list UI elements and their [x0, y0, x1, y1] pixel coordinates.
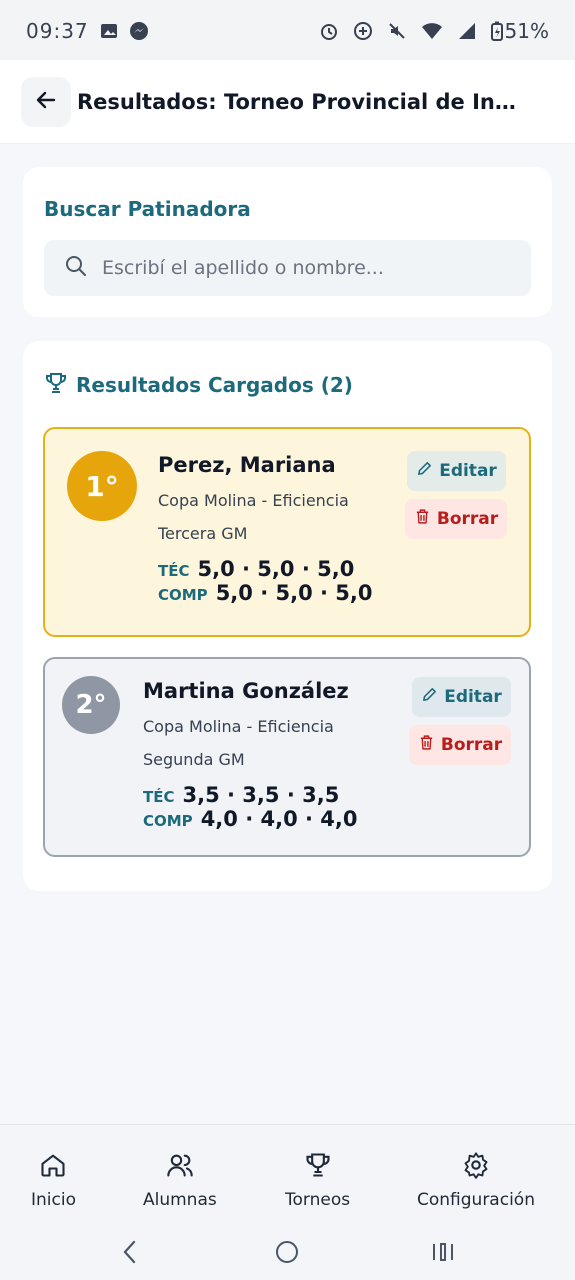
comp-scores-row: COMP 4,0 · 4,0 · 4,0	[143, 807, 358, 831]
position-badge: 1°	[67, 451, 137, 521]
skater-name: Martina González	[143, 679, 349, 703]
app-header: Resultados: Torneo Provincial de Inviern…	[0, 60, 575, 144]
nav-label: Configuración	[417, 1190, 535, 1210]
results-title: Resultados Cargados (2)	[76, 373, 353, 397]
pencil-icon	[421, 686, 438, 708]
nav-item-configuracion[interactable]: Configuración	[417, 1151, 535, 1210]
users-icon	[166, 1151, 194, 1184]
tec-scores-row: TÉC 3,5 · 3,5 · 3,5	[143, 783, 358, 807]
nav-label: Inicio	[31, 1190, 76, 1210]
edit-button[interactable]: Editar	[407, 451, 506, 491]
wifi-icon	[421, 21, 443, 41]
edit-label: Editar	[444, 687, 502, 707]
results-card: Resultados Cargados (2) 1° Perez, Marian…	[23, 341, 552, 891]
system-navigation-bar	[0, 1233, 575, 1273]
tec-label: TÉC	[143, 788, 175, 806]
signal-icon	[457, 21, 477, 41]
result-info: Martina González Copa Molina - Eficienci…	[143, 679, 358, 831]
pencil-icon	[416, 460, 433, 482]
data-saver-icon	[353, 21, 373, 41]
bottom-nav: Inicio Alumnas Torneos Configuración	[0, 1124, 575, 1280]
nav-item-alumnas[interactable]: Alumnas	[143, 1151, 217, 1210]
result-card: 2° Martina González Copa Molina - Eficie…	[43, 657, 531, 857]
result-card: 1° Perez, Mariana Copa Molina - Eficienc…	[43, 427, 531, 637]
tec-scores-row: TÉC 5,0 · 5,0 · 5,0	[158, 557, 373, 581]
trash-icon	[414, 508, 431, 530]
gallery-icon	[99, 21, 121, 41]
tec-scores: 3,5 · 3,5 · 3,5	[182, 783, 340, 807]
result-level: Segunda GM	[143, 750, 245, 769]
battery-percent: 51%	[504, 19, 549, 43]
delete-label: Borrar	[436, 509, 499, 529]
search-icon	[64, 254, 88, 282]
delete-button[interactable]: Borrar	[405, 499, 507, 539]
tec-scores: 5,0 · 5,0 · 5,0	[197, 557, 355, 581]
trash-icon	[418, 734, 435, 756]
trophy-icon	[304, 1151, 332, 1184]
search-title: Buscar Patinadora	[44, 197, 251, 221]
comp-label: COMP	[158, 586, 208, 604]
comp-label: COMP	[143, 812, 193, 830]
chevron-left-icon	[120, 1240, 140, 1269]
arrow-left-icon	[34, 88, 58, 116]
search-box	[44, 240, 531, 296]
results-header: Resultados Cargados (2)	[44, 371, 353, 399]
nav-item-torneos[interactable]: Torneos	[285, 1151, 350, 1210]
delete-label: Borrar	[440, 735, 503, 755]
nav-label: Torneos	[285, 1190, 351, 1210]
back-button[interactable]	[21, 76, 71, 127]
page-title: Resultados: Torneo Provincial de Inviern…	[77, 89, 517, 114]
system-home-button[interactable]	[275, 1239, 299, 1269]
comp-scores: 5,0 · 5,0 · 5,0	[215, 581, 373, 605]
mute-icon	[387, 21, 407, 41]
nav-label: Alumnas	[143, 1190, 217, 1210]
search-card: Buscar Patinadora	[23, 167, 552, 317]
comp-scores: 4,0 · 4,0 · 4,0	[200, 807, 358, 831]
alarm-icon	[319, 21, 339, 41]
result-info: Perez, Mariana Copa Molina - Eficiencia …	[158, 453, 373, 605]
result-level: Tercera GM	[158, 524, 248, 543]
result-category: Copa Molina - Eficiencia	[143, 717, 334, 736]
gear-icon	[462, 1151, 490, 1184]
edit-label: Editar	[439, 461, 497, 481]
position-badge: 2°	[62, 676, 120, 734]
home-icon	[39, 1151, 67, 1184]
nav-item-inicio[interactable]: Inicio	[31, 1151, 76, 1210]
tec-label: TÉC	[158, 562, 190, 580]
delete-button[interactable]: Borrar	[409, 725, 511, 765]
result-category: Copa Molina - Eficiencia	[158, 491, 349, 510]
system-back-button[interactable]	[120, 1239, 140, 1269]
circle-icon	[275, 1241, 299, 1269]
edit-button[interactable]: Editar	[412, 677, 511, 717]
system-recents-button[interactable]	[431, 1239, 455, 1269]
skater-name: Perez, Mariana	[158, 453, 336, 477]
recents-icon	[431, 1243, 455, 1269]
status-bar: 09:37 51%	[0, 0, 575, 62]
status-time: 09:37	[26, 19, 89, 43]
trophy-icon	[44, 371, 68, 399]
search-input[interactable]	[102, 257, 522, 279]
messenger-icon	[129, 21, 149, 41]
battery-icon	[490, 21, 503, 41]
comp-scores-row: COMP 5,0 · 5,0 · 5,0	[158, 581, 373, 605]
